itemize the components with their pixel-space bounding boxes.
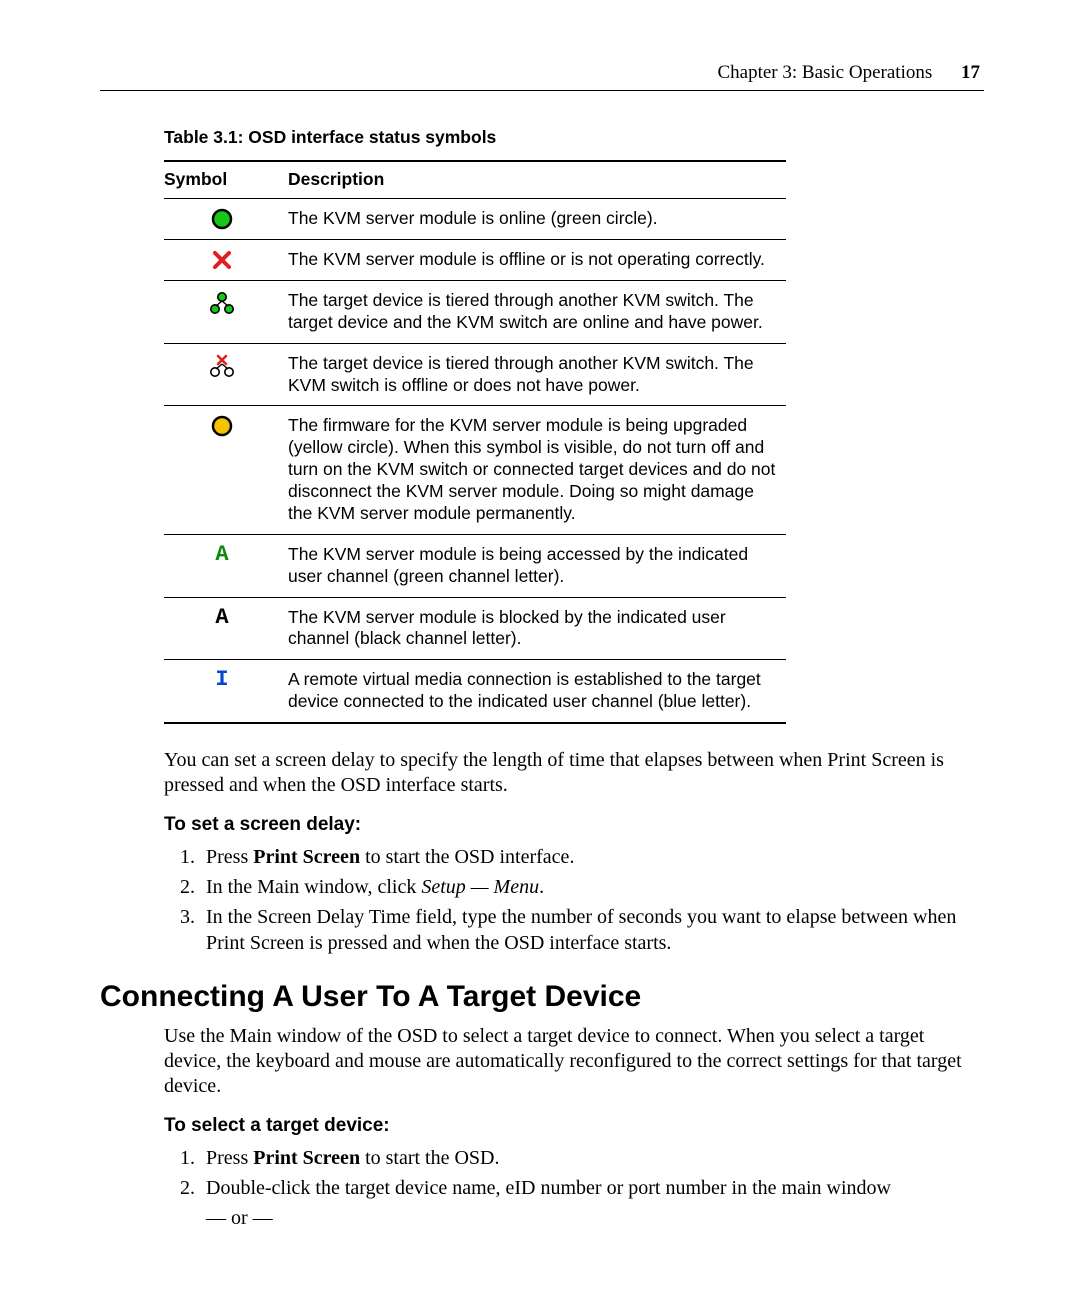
tier-online-icon xyxy=(164,290,280,316)
status-symbol-table: Symbol Description The KVM server module… xyxy=(164,160,786,724)
blue-i-icon: I xyxy=(215,667,228,692)
sym-desc: The KVM server module is being accessed … xyxy=(288,534,786,597)
table-row: The firmware for the KVM server module i… xyxy=(164,406,786,534)
table-row: A The KVM server module is blocked by th… xyxy=(164,597,786,660)
or-separator: — or — xyxy=(206,1207,984,1230)
sym-desc: The firmware for the KVM server module i… xyxy=(288,406,786,534)
tier-offline-icon xyxy=(164,353,280,379)
step: In the Screen Delay Time field, type the… xyxy=(200,904,984,956)
step: Double-click the target device name, eID… xyxy=(200,1175,984,1201)
step: In the Main window, click Setup — Menu. xyxy=(200,874,984,900)
offline-x-icon xyxy=(164,249,280,271)
sym-desc: The target device is tiered through anot… xyxy=(288,343,786,406)
page-number: 17 xyxy=(961,62,980,83)
menu-path: Setup — Menu xyxy=(421,876,539,898)
online-circle-icon xyxy=(164,208,280,230)
sym-desc: The KVM server module is online (green c… xyxy=(288,198,786,239)
table-row: The KVM server module is offline or is n… xyxy=(164,239,786,280)
print-screen-key: Print Screen xyxy=(253,846,360,868)
table-row: The target device is tiered through anot… xyxy=(164,343,786,406)
col-description: Description xyxy=(288,161,786,198)
section-paragraph: Use the Main window of the OSD to select… xyxy=(164,1024,984,1099)
procedure-steps: Press Print Screen to start the OSD inte… xyxy=(164,844,984,956)
running-header: Chapter 3: Basic Operations 17 xyxy=(100,62,984,90)
step: Press Print Screen to start the OSD inte… xyxy=(200,844,984,870)
table-caption: Table 3.1: OSD interface status symbols xyxy=(164,127,984,148)
table-row: The target device is tiered through anot… xyxy=(164,280,786,343)
black-a-icon: A xyxy=(215,605,228,630)
table-row: A The KVM server module is being accesse… xyxy=(164,534,786,597)
upgrade-circle-icon xyxy=(164,415,280,437)
print-screen-key: Print Screen xyxy=(253,1147,360,1169)
section-heading: Connecting A User To A Target Device xyxy=(100,980,984,1014)
col-symbol: Symbol xyxy=(164,161,288,198)
step: Press Print Screen to start the OSD. xyxy=(200,1145,984,1171)
green-a-icon: A xyxy=(215,542,228,567)
sym-desc: The target device is tiered through anot… xyxy=(288,280,786,343)
procedure-heading: To set a screen delay: xyxy=(164,814,984,836)
table-row: I A remote virtual media connection is e… xyxy=(164,660,786,723)
intro-paragraph: You can set a screen delay to specify th… xyxy=(164,748,984,798)
procedure-steps: Press Print Screen to start the OSD. Dou… xyxy=(164,1145,984,1201)
table-row: The KVM server module is online (green c… xyxy=(164,198,786,239)
header-rule xyxy=(100,90,984,91)
chapter-label: Chapter 3: Basic Operations xyxy=(717,62,932,83)
sym-desc: A remote virtual media connection is est… xyxy=(288,660,786,723)
sym-desc: The KVM server module is blocked by the … xyxy=(288,597,786,660)
sym-desc: The KVM server module is offline or is n… xyxy=(288,239,786,280)
procedure-heading: To select a target device: xyxy=(164,1115,984,1137)
